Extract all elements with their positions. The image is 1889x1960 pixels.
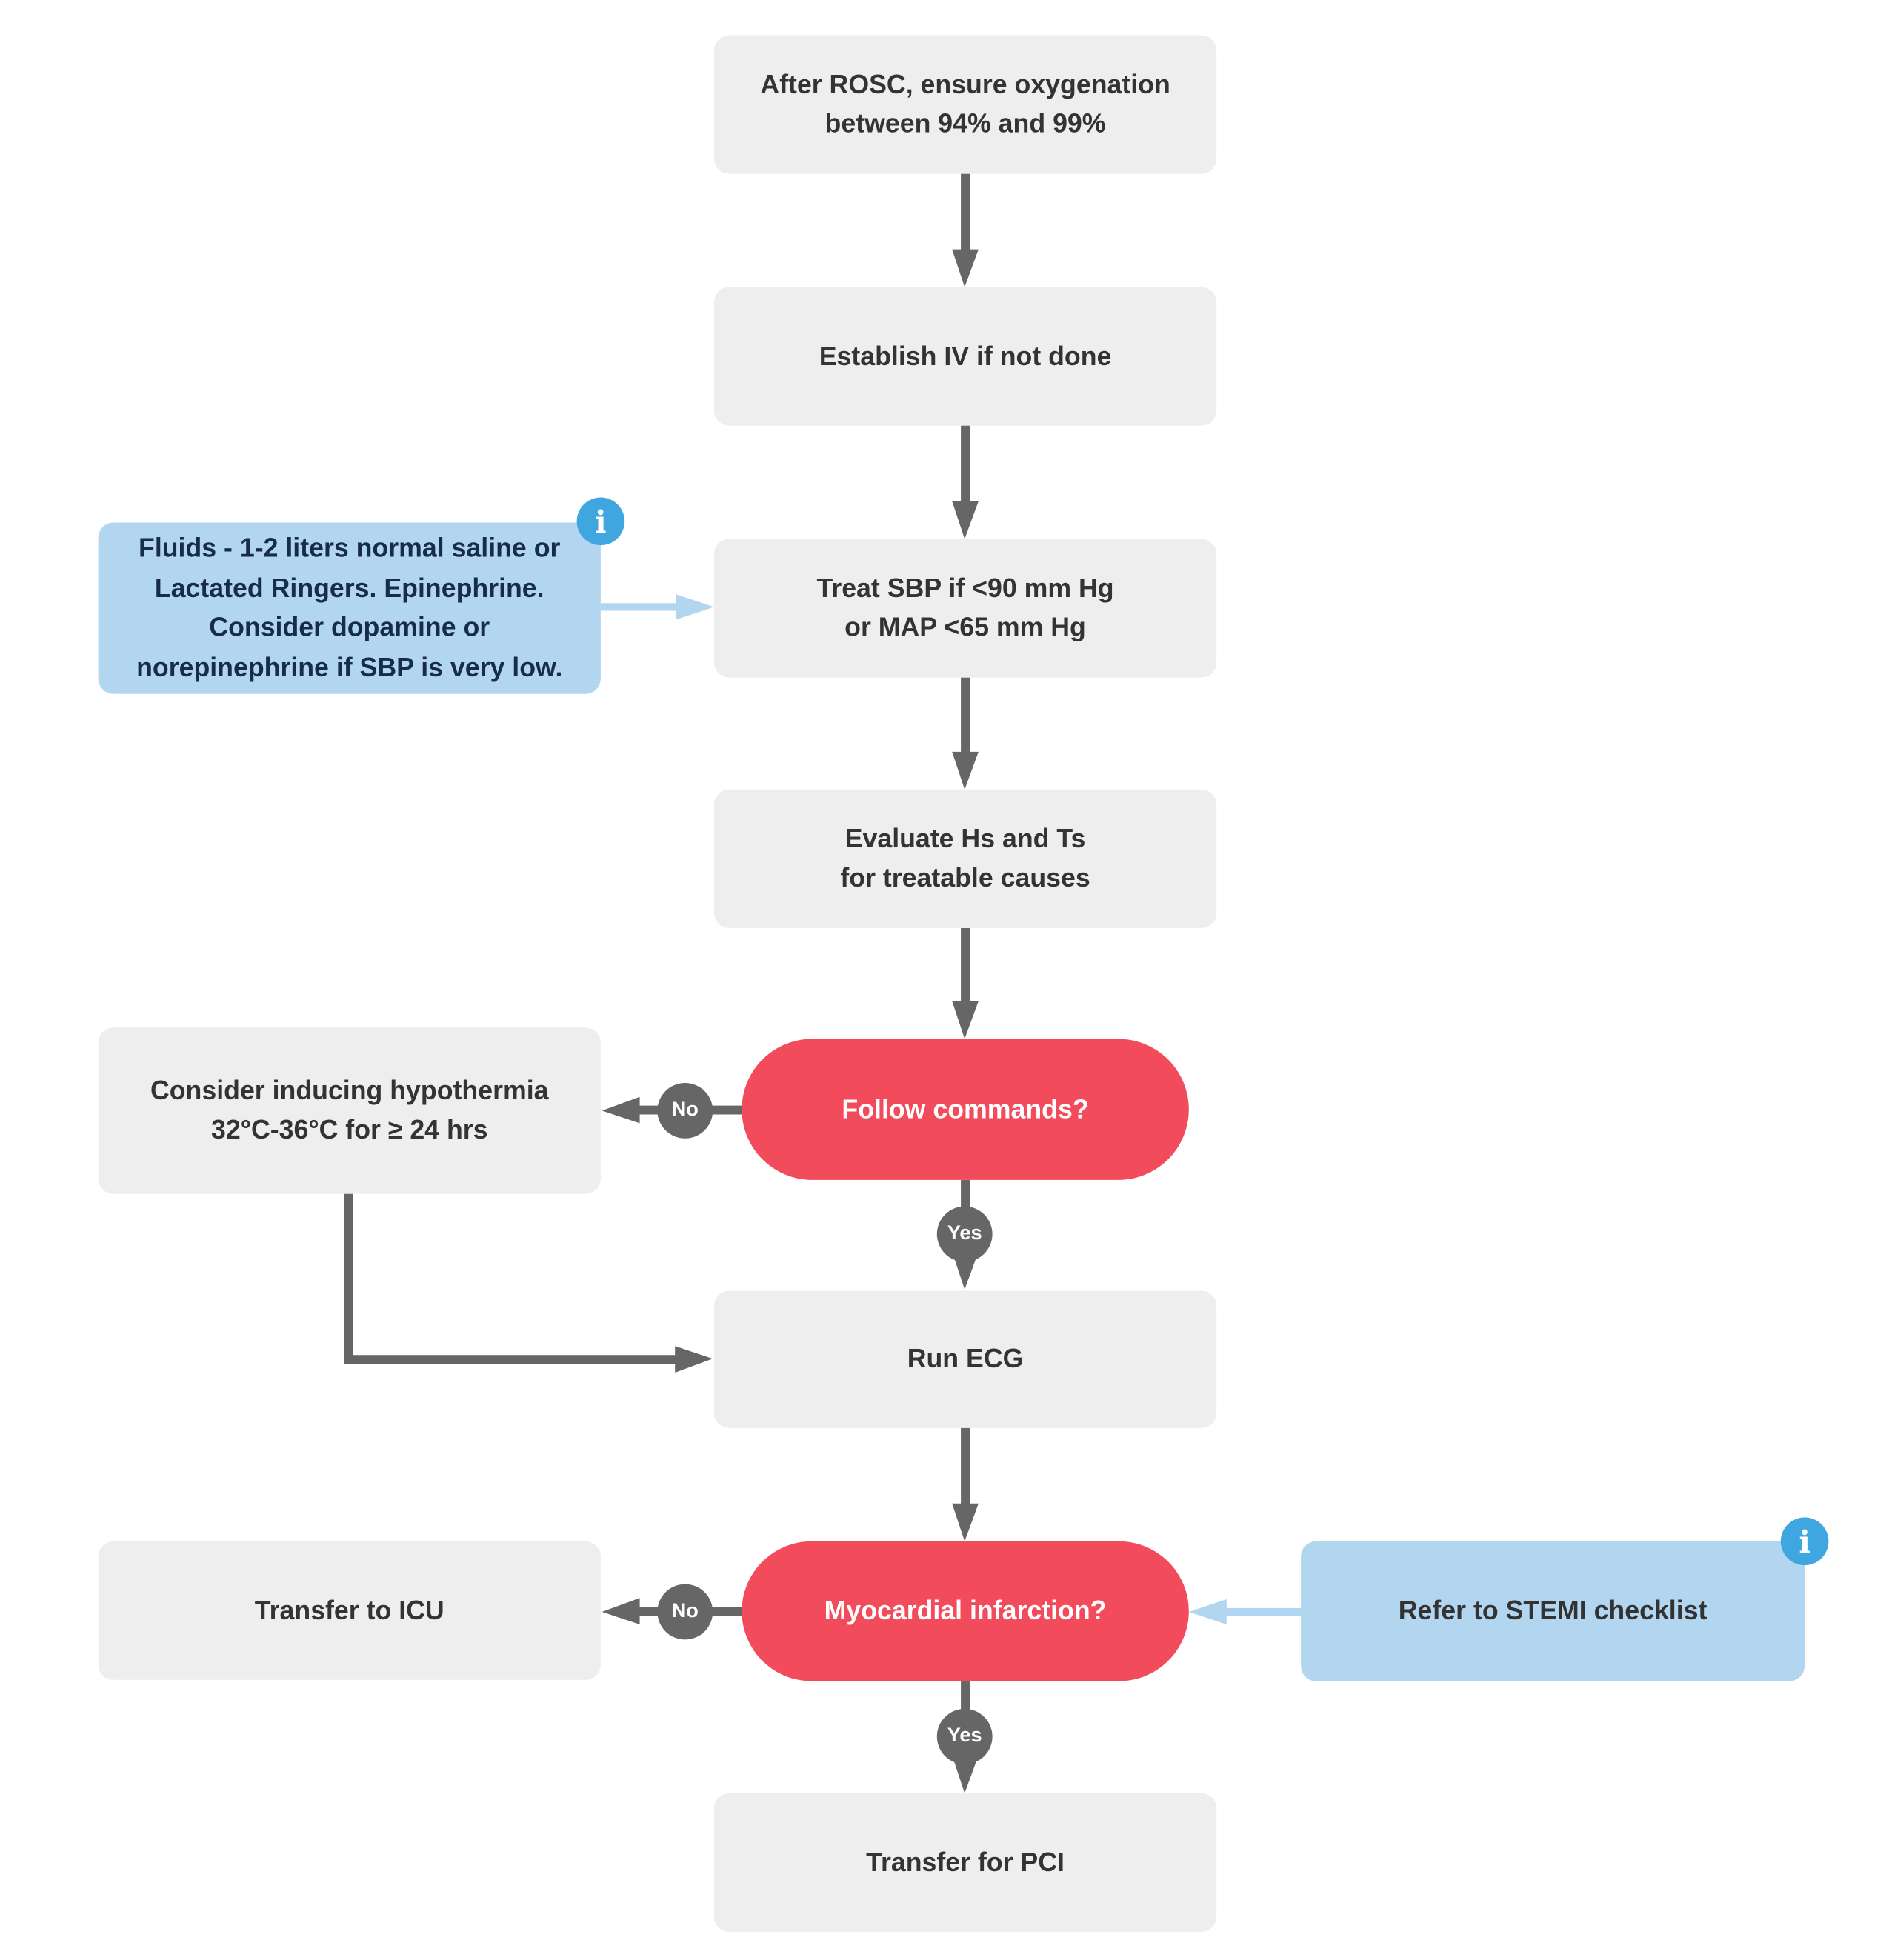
info-icon[interactable]: i xyxy=(576,497,625,546)
node-oxygenation[interactable]: After ROSC, ensure oxygenation between 9… xyxy=(713,35,1217,174)
arrowhead xyxy=(952,249,979,287)
decision-follow-commands[interactable]: Follow commands? xyxy=(742,1039,1189,1180)
note-fluids[interactable]: Fluids - 1-2 liters normal saline or Lac… xyxy=(98,522,601,694)
connector-iv-sbp xyxy=(961,425,970,504)
node-transfer-icu[interactable]: Transfer to ICU xyxy=(98,1541,601,1680)
arrowhead xyxy=(952,1001,979,1039)
note-stemi-checklist[interactable]: Refer to STEMI checklist xyxy=(1301,1541,1805,1681)
arrowhead xyxy=(1188,1599,1227,1624)
badge-yes: Yes xyxy=(936,1708,993,1764)
arrowhead xyxy=(675,1346,713,1373)
node-treat-sbp[interactable]: Treat SBP if <90 mm Hg or MAP <65 mm Hg xyxy=(713,539,1217,678)
arrowhead xyxy=(602,1598,640,1624)
arrowhead xyxy=(676,594,714,620)
arrowhead xyxy=(602,1096,640,1124)
arrowhead xyxy=(952,501,979,539)
connector-sbp-evaluate xyxy=(961,677,970,756)
badge-no: No xyxy=(657,1584,713,1640)
note-connector-fluids xyxy=(600,603,679,611)
node-evaluate-hs-ts[interactable]: Evaluate Hs and Ts for treatable causes xyxy=(713,789,1217,928)
node-run-ecg[interactable]: Run ECG xyxy=(713,1290,1217,1428)
node-transfer-pci[interactable]: Transfer for PCI xyxy=(713,1793,1217,1932)
node-hypothermia[interactable]: Consider inducing hypothermia 32°C-36°C … xyxy=(98,1027,601,1194)
flowchart-canvas: After ROSC, ensure oxygenation between 9… xyxy=(0,0,1889,1959)
badge-yes: Yes xyxy=(936,1206,993,1262)
decision-myocardial-infarction[interactable]: Myocardial infarction? xyxy=(742,1541,1189,1681)
arrowhead xyxy=(952,751,979,790)
connector-ecg-mi xyxy=(961,1427,970,1507)
connector-evaluate-follow xyxy=(961,927,970,1007)
badge-no: No xyxy=(657,1083,713,1139)
connector-oxygen-iv xyxy=(961,173,970,252)
note-connector-stemi xyxy=(1224,1607,1302,1616)
connector-hypothermia-ecg xyxy=(344,1193,678,1364)
info-icon[interactable]: i xyxy=(1780,1517,1829,1566)
arrowhead xyxy=(952,1503,979,1541)
node-establish-iv[interactable]: Establish IV if not done xyxy=(713,287,1217,426)
